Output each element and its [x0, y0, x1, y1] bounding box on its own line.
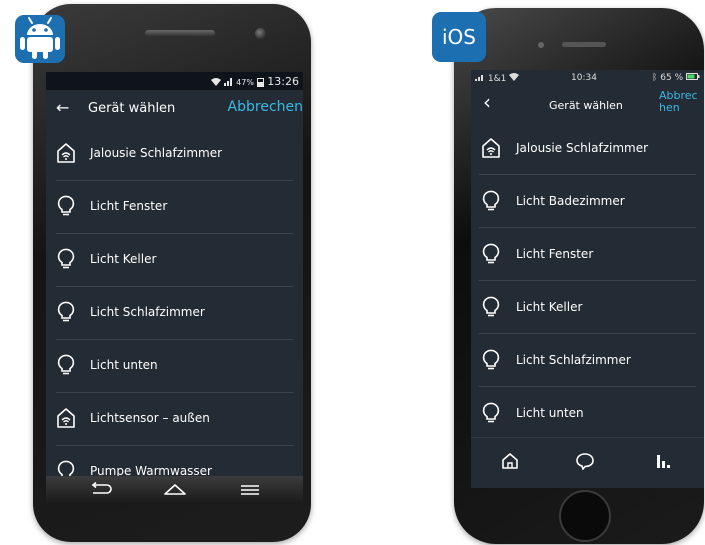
signal-icon	[223, 77, 236, 88]
home-nav-icon[interactable]	[163, 482, 187, 496]
device-label: Licht Keller	[90, 252, 157, 266]
list-item[interactable]: Licht Schlafzimmer	[46, 287, 303, 340]
list-item[interactable]: Licht unten	[46, 340, 303, 393]
status-right: ᛒ 65 %	[652, 73, 700, 83]
earpiece-speaker	[562, 42, 606, 47]
wifi-icon	[509, 73, 520, 84]
list-item[interactable]: Lichtsensor – außen	[46, 393, 303, 446]
signal-icon	[475, 74, 488, 84]
list-item[interactable]: Licht Fenster	[471, 228, 704, 281]
android-nav-bar	[46, 476, 303, 504]
home-icon[interactable]	[501, 452, 519, 470]
wifi-icon	[210, 77, 224, 88]
list-item[interactable]: Licht Keller	[46, 234, 303, 287]
battery-icon	[686, 73, 700, 83]
battery-icon	[257, 77, 267, 88]
smart-home-icon	[57, 143, 75, 163]
app-header: ← Gerät wählen Abbrechen	[46, 90, 303, 128]
device-list: Jalousie Schlafzimmer Licht Badezimmer L…	[471, 122, 704, 440]
list-item[interactable]: Jalousie Schlafzimmer	[46, 128, 303, 181]
front-camera	[538, 42, 544, 48]
devices-icon[interactable]	[655, 452, 673, 470]
device-label: Jalousie Schlafzimmer	[90, 146, 223, 160]
status-time: 13:26	[267, 75, 299, 88]
ios-badge: iOS	[432, 12, 486, 62]
device-label: Licht Fenster	[516, 247, 594, 261]
chevron-left-icon[interactable]: ‹	[483, 90, 491, 114]
bulb-icon	[482, 190, 500, 211]
status-time: 10:34	[571, 73, 597, 83]
smart-home-icon	[57, 408, 75, 428]
device-label: Licht unten	[90, 358, 158, 372]
device-label: Licht Badezimmer	[516, 194, 625, 208]
list-item[interactable]: Jalousie Schlafzimmer	[471, 122, 704, 175]
status-bar: 1&1 10:34 ᛒ 65 %	[471, 70, 704, 86]
battery-percent: 47%	[236, 78, 254, 87]
menu-nav-icon[interactable]	[240, 482, 260, 496]
bulb-icon	[482, 402, 500, 423]
device-label: Licht Schlafzimmer	[90, 305, 205, 319]
android-screen: 47% 13:26 ← Gerät wählen Abbrechen Jalou…	[46, 72, 303, 504]
list-item[interactable]: Licht Fenster	[46, 181, 303, 234]
android-phone: 47% 13:26 ← Gerät wählen Abbrechen Jalou…	[33, 4, 311, 542]
list-item[interactable]: Licht Badezimmer	[471, 175, 704, 228]
iphone: 1&1 10:34 ᛒ 65 % ‹ Gerät wählen Abbreche…	[454, 8, 704, 544]
smart-home-icon	[482, 138, 500, 158]
bulb-icon	[482, 349, 500, 370]
status-left: 1&1	[475, 73, 520, 84]
home-button[interactable]	[559, 490, 611, 542]
device-label: Licht Fenster	[90, 199, 168, 213]
bulb-icon	[57, 354, 75, 375]
carrier-name: 1&1	[487, 74, 507, 84]
back-nav-icon[interactable]	[90, 482, 112, 496]
page-title: Gerät wählen	[88, 101, 176, 116]
arrow-left-icon[interactable]: ←	[56, 98, 69, 117]
tab-bar	[471, 437, 704, 488]
page-title: Gerät wählen	[549, 99, 623, 112]
battery-percent: 65 %	[660, 73, 684, 83]
bulb-icon	[57, 195, 75, 216]
bulb-icon	[482, 296, 500, 317]
cancel-button[interactable]: Abbrechen	[228, 99, 303, 115]
device-label: Licht unten	[516, 406, 584, 420]
cancel-button[interactable]: Abbrechen	[659, 90, 699, 114]
list-item[interactable]: Licht Schlafzimmer	[471, 334, 704, 387]
android-icon	[20, 17, 60, 59]
bluetooth-icon: ᛒ	[651, 73, 658, 83]
front-camera	[255, 28, 266, 39]
device-label: Licht Keller	[516, 300, 583, 314]
bulb-icon	[57, 301, 75, 322]
device-label: Jalousie Schlafzimmer	[516, 141, 649, 155]
device-label: Lichtsensor – außen	[90, 411, 210, 425]
chat-icon[interactable]	[575, 452, 595, 470]
ios-screen: 1&1 10:34 ᛒ 65 % ‹ Gerät wählen Abbreche…	[471, 70, 704, 488]
device-list: Jalousie Schlafzimmer Licht Fenster Lich…	[46, 128, 303, 499]
bulb-icon	[57, 248, 75, 269]
list-item[interactable]: Licht unten	[471, 387, 704, 440]
android-badge	[15, 15, 65, 63]
bulb-icon	[482, 243, 500, 264]
status-right: 47% 13:26	[210, 75, 299, 88]
list-item[interactable]: Licht Keller	[471, 281, 704, 334]
app-header: ‹ Gerät wählen Abbrechen	[471, 86, 704, 122]
earpiece-speaker	[145, 30, 215, 37]
status-bar: 47% 13:26	[46, 72, 303, 90]
device-label: Licht Schlafzimmer	[516, 353, 631, 367]
